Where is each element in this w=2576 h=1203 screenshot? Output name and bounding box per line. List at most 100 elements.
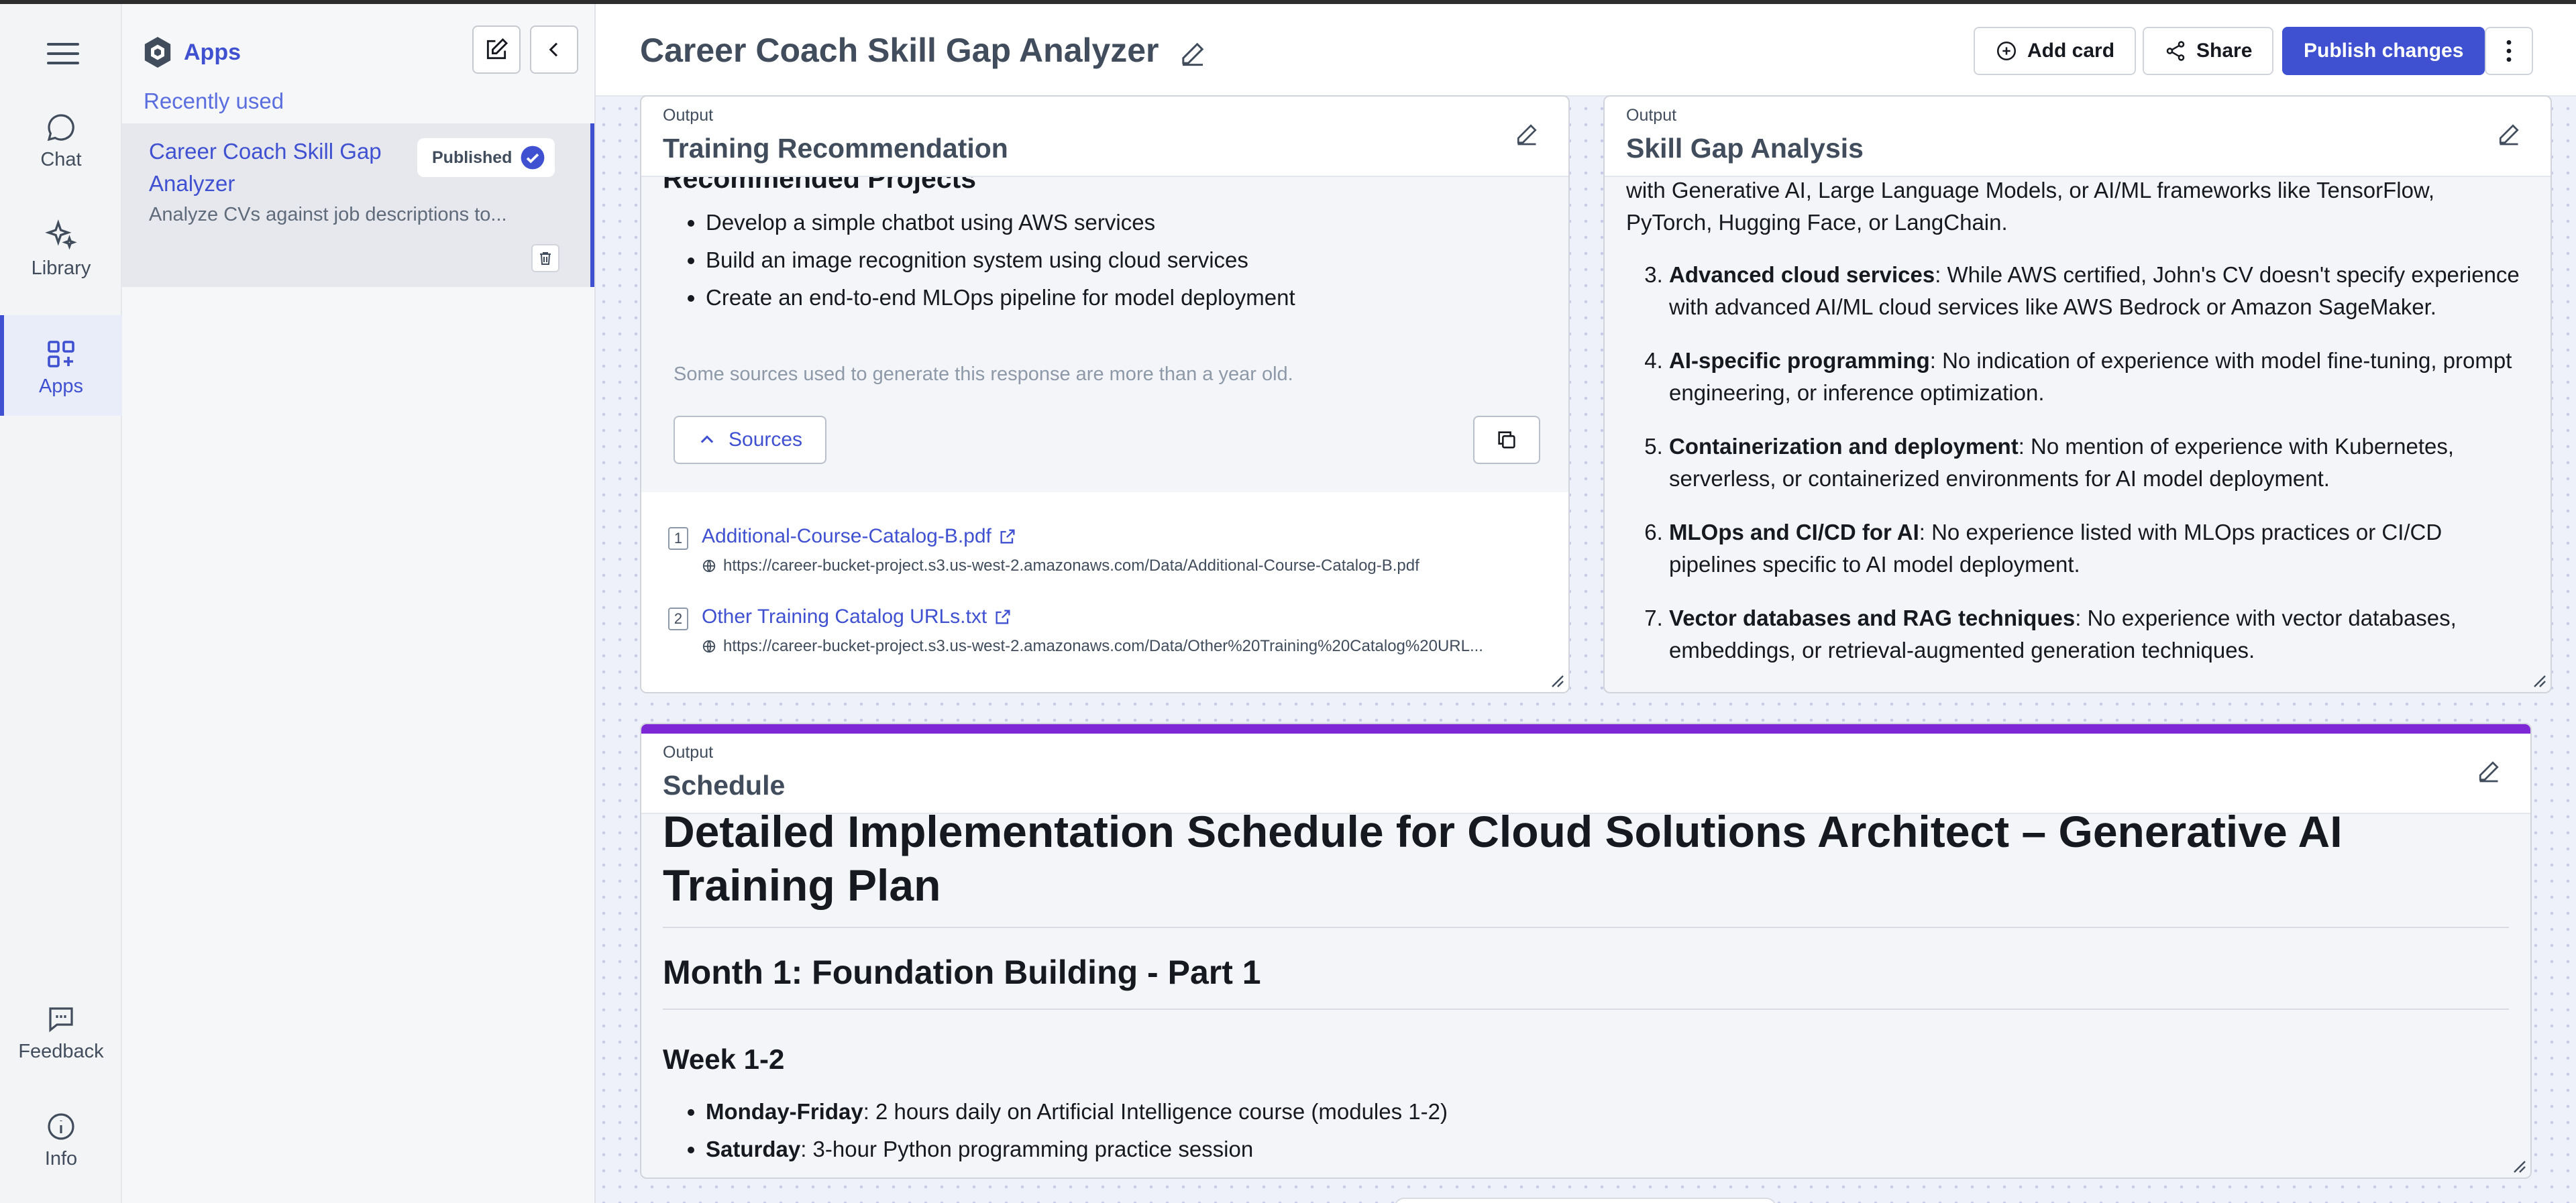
gap-term: Containerization and deployment [1669, 434, 2019, 459]
week-task-list: Monday-Friday: 2 hours daily on Artifici… [641, 1096, 1448, 1171]
rail-item-label: Chat [40, 149, 82, 170]
rail-item-chat[interactable]: Chat [0, 111, 122, 212]
add-card-button[interactable]: Add card [1974, 27, 2137, 75]
skillgap-intro: with Generative AI, Large Language Model… [1626, 177, 2434, 239]
month-heading: Month 1: Foundation Building - Part 1 [663, 954, 1261, 991]
status-badge: Published [417, 138, 555, 177]
rail-item-label: Info [44, 1148, 78, 1169]
card-title: Skill Gap Analysis [1626, 133, 1864, 164]
list-item: Advanced cloud services: While AWS certi… [1669, 259, 2530, 323]
resize-handle-icon[interactable] [2530, 672, 2546, 688]
info-icon [48, 1113, 74, 1140]
more-options-button[interactable] [2485, 27, 2533, 75]
rail-item-apps[interactable]: Apps [0, 315, 122, 416]
recently-used-label: Recently used [144, 89, 284, 113]
list-item: Saturday: 3-hour Python programming prac… [706, 1133, 1448, 1165]
page-title: Career Coach Skill Gap Analyzer [640, 32, 1159, 69]
rail-item-library[interactable]: Library [0, 219, 122, 319]
canvas-toolbar[interactable] [1394, 1198, 1776, 1203]
gap-term: Vector databases and RAG techniques [1669, 606, 2076, 630]
skillgap-intro-line: with Generative AI, Large Language Model… [1626, 178, 2435, 203]
panel-header: Apps [142, 34, 241, 71]
share-label: Share [2196, 40, 2253, 62]
external-link-icon [1000, 529, 1015, 544]
edit-card-icon[interactable] [1515, 122, 1539, 146]
card-header: Output Skill Gap Analysis [1605, 97, 2551, 177]
apps-grid-icon [48, 341, 74, 367]
sources-list: 1 Additional-Course-Catalog-B.pdf https:… [641, 492, 1568, 692]
app-description: Analyze CVs against job descriptions to.… [149, 204, 507, 225]
skillgap-card-body: with Generative AI, Large Language Model… [1605, 177, 2551, 692]
gap-term: AI-specific programming [1669, 348, 1930, 373]
resize-handle-icon[interactable] [2510, 1157, 2526, 1173]
publish-label: Publish changes [2304, 40, 2464, 62]
canvas: Career Coach Skill Gap Analyzer Add card… [596, 4, 2576, 1203]
training-card-body: Recommended Projects Develop a simple ch… [641, 177, 1568, 692]
feedback-icon [49, 1007, 73, 1033]
schedule-card-body: Detailed Implementation Schedule for Clo… [641, 814, 2530, 1178]
source-url: https://career-bucket-project.s3.us-west… [702, 550, 1419, 582]
source-url-text: https://career-bucket-project.s3.us-west… [723, 557, 1419, 575]
card-kind-label: Output [1626, 106, 1677, 125]
publish-changes-button[interactable]: Publish changes [2282, 27, 2485, 75]
gap-term: MLOps and CI/CD for AI [1669, 520, 1919, 545]
list-item: Vector databases and RAG techniques: No … [1669, 602, 2530, 667]
chevron-up-icon [700, 435, 714, 443]
schedule-heading: Detailed Implementation Schedule for Clo… [663, 814, 2343, 910]
rail-item-label: Apps [38, 376, 84, 397]
page-header: Career Coach Skill Gap Analyzer Add card… [596, 4, 2576, 97]
source-age-note: Some sources used to generate this respo… [674, 363, 1293, 385]
verified-check-icon [521, 146, 545, 170]
source-link[interactable]: Other Training Catalog URLs.txt [702, 601, 1012, 633]
skill-gap-list: Advanced cloud services: While AWS certi… [1605, 259, 2530, 688]
training-recommendation-card: Recommended Projects Develop a simple ch… [640, 95, 1570, 693]
sources-toggle-button[interactable]: Sources [674, 416, 827, 464]
divider [663, 927, 2509, 928]
source-url-text: https://career-bucket-project.s3.us-west… [723, 637, 1483, 655]
rail-item-feedback[interactable]: Feedback [0, 1003, 122, 1104]
external-link-icon [996, 610, 1010, 624]
delete-app-button[interactable] [531, 244, 559, 272]
rail-item-label: Library [31, 257, 91, 279]
share-button[interactable]: Share [2143, 27, 2274, 75]
status-badge-label: Published [432, 148, 513, 167]
sparkle-icon [45, 219, 77, 250]
schedule-card: Detailed Implementation Schedule for Clo… [640, 723, 2532, 1179]
sources-label: Sources [729, 428, 803, 451]
copy-button[interactable] [1473, 416, 1540, 464]
skill-gap-analysis-card: with Generative AI, Large Language Model… [1603, 95, 2552, 693]
source-link[interactable]: Additional-Course-Catalog-B.pdf [702, 520, 1017, 553]
copy-icon [1498, 431, 1515, 449]
day-term: Saturday [706, 1137, 801, 1161]
list-item: Containerization and deployment: No ment… [1669, 431, 2530, 495]
divider [663, 1009, 2509, 1010]
list-item: AI-specific programming: No indication o… [1669, 345, 2530, 409]
collapse-panel-button[interactable] [530, 25, 578, 74]
rail-item-label: Feedback [18, 1041, 104, 1062]
rail-item-info[interactable]: Info [0, 1110, 122, 1203]
gap-term: Advanced cloud services [1669, 262, 1935, 287]
week-heading: Week 1-2 [663, 1043, 785, 1075]
edit-card-icon[interactable] [2477, 759, 2501, 783]
card-kind-label: Output [663, 743, 714, 762]
edit-card-icon[interactable] [2497, 122, 2521, 146]
app-list-item[interactable]: Career Coach Skill Gap Analyzer Publishe… [122, 123, 594, 287]
new-app-button[interactable] [472, 25, 521, 74]
project-list: Develop a simple chatbot using AWS servi… [641, 207, 1295, 319]
left-rail: Chat Library Apps Feedback Info [0, 4, 122, 1203]
resize-handle-icon[interactable] [1548, 672, 1564, 688]
card-header: Output Training Recommendation [641, 97, 1568, 177]
source-index: 2 [668, 608, 688, 630]
apps-logo-icon [144, 37, 171, 68]
list-item: Monday-Friday: 2 hours daily on Artifici… [706, 1096, 1448, 1128]
list-item: Develop a simple chatbot using AWS servi… [706, 207, 1295, 239]
card-title: Training Recommendation [663, 133, 1008, 164]
edit-title-icon[interactable] [1179, 40, 1206, 67]
hamburger-menu-icon[interactable] [47, 43, 79, 70]
apps-panel: Apps Recently used Career Coach Skill Ga… [122, 4, 596, 1203]
source-link-label: Other Training Catalog URLs.txt [702, 606, 987, 628]
skillgap-intro-line: PyTorch, Hugging Face, or LangChain. [1626, 210, 2008, 235]
more-vertical-icon [2506, 40, 2512, 62]
panel-title: Apps [184, 39, 241, 65]
share-icon [2166, 41, 2185, 61]
